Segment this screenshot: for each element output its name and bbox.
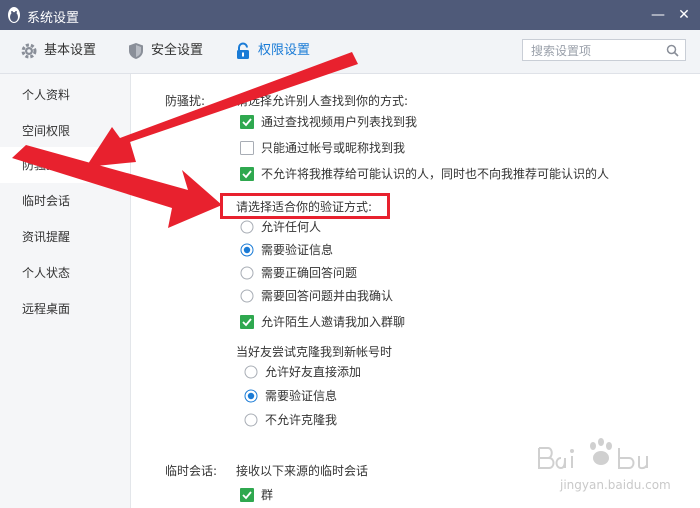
baidu-watermark-logo [538, 438, 648, 470]
annotation-arrow-sidebar [86, 52, 358, 167]
watermark-url: jingyan.baidu.com [560, 478, 671, 492]
